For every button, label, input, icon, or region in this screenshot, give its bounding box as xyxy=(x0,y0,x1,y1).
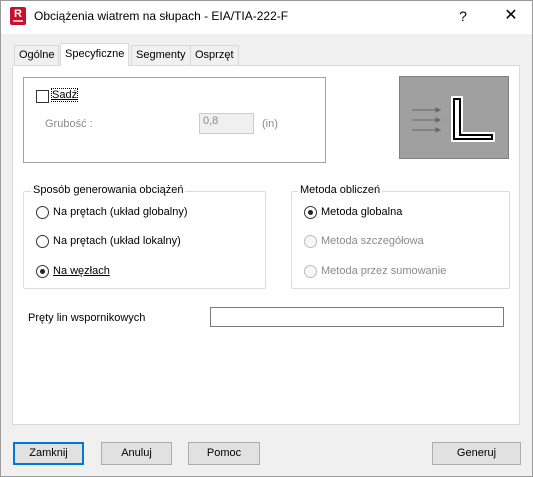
tab-specyficzne-label: Specyficzne xyxy=(65,48,125,60)
ice-checkbox[interactable] xyxy=(36,90,49,103)
radio-method-summation-label: Metoda przez sumowanie xyxy=(321,265,447,277)
thickness-label: Grubość : xyxy=(45,118,93,130)
radio-bars-global[interactable] xyxy=(36,206,49,219)
app-logo-letter: R xyxy=(14,8,22,20)
radio-method-detailed-label: Metoda szczegółowa xyxy=(321,235,424,247)
thickness-value: 0,8 xyxy=(203,115,219,127)
calc-method-title: Metoda obliczeń xyxy=(298,184,383,196)
thickness-unit: (in) xyxy=(262,118,278,130)
app-logo-icon: R xyxy=(10,7,26,25)
angle-section-preview xyxy=(399,76,509,159)
help-button[interactable]: Pomoc xyxy=(188,442,260,465)
radio-method-summation xyxy=(304,265,317,278)
radio-method-global[interactable] xyxy=(304,206,317,219)
cancel-button[interactable]: Anuluj xyxy=(101,442,172,465)
ice-checkbox-text: Sadź xyxy=(52,89,78,101)
radio-bars-local-label[interactable]: Na prętach (układ lokalny) xyxy=(53,235,181,247)
app-logo-stripe xyxy=(13,20,23,22)
radio-method-detailed xyxy=(304,235,317,248)
tab-ogolne[interactable]: Ogólne xyxy=(14,45,60,65)
tab-specyficzne[interactable]: Specyficzne xyxy=(60,43,130,66)
tab-segmenty[interactable]: Segmenty xyxy=(131,45,191,65)
radio-method-global-label[interactable]: Metoda globalna xyxy=(321,206,402,218)
wind-angle-icon xyxy=(412,96,495,142)
window-title: Obciążenia wiatrem na słupach - EIA/TIA-… xyxy=(34,9,289,23)
ice-checkbox-label[interactable]: Sadź xyxy=(50,88,79,102)
close-icon[interactable]: ✕ xyxy=(496,3,526,29)
generate-button[interactable]: Generuj xyxy=(432,442,521,465)
thickness-input[interactable]: 0,8 xyxy=(199,113,254,134)
tab-osprzet[interactable]: Osprzęt xyxy=(190,45,239,65)
antenna-bars-input[interactable] xyxy=(210,307,504,327)
radio-nodes[interactable] xyxy=(36,265,49,278)
help-icon[interactable]: ? xyxy=(451,3,475,29)
radio-bars-local[interactable] xyxy=(36,235,49,248)
close-button[interactable]: Zamknij xyxy=(13,442,84,465)
radio-nodes-label[interactable]: Na węzłach xyxy=(53,265,110,277)
radio-nodes-text: Na węzłach xyxy=(53,265,110,277)
radio-bars-global-label[interactable]: Na prętach (układ globalny) xyxy=(53,206,188,218)
load-generation-title: Sposób generowania obciążeń xyxy=(31,184,186,196)
antenna-bars-label: Pręty lin wspornikowych xyxy=(28,312,146,324)
